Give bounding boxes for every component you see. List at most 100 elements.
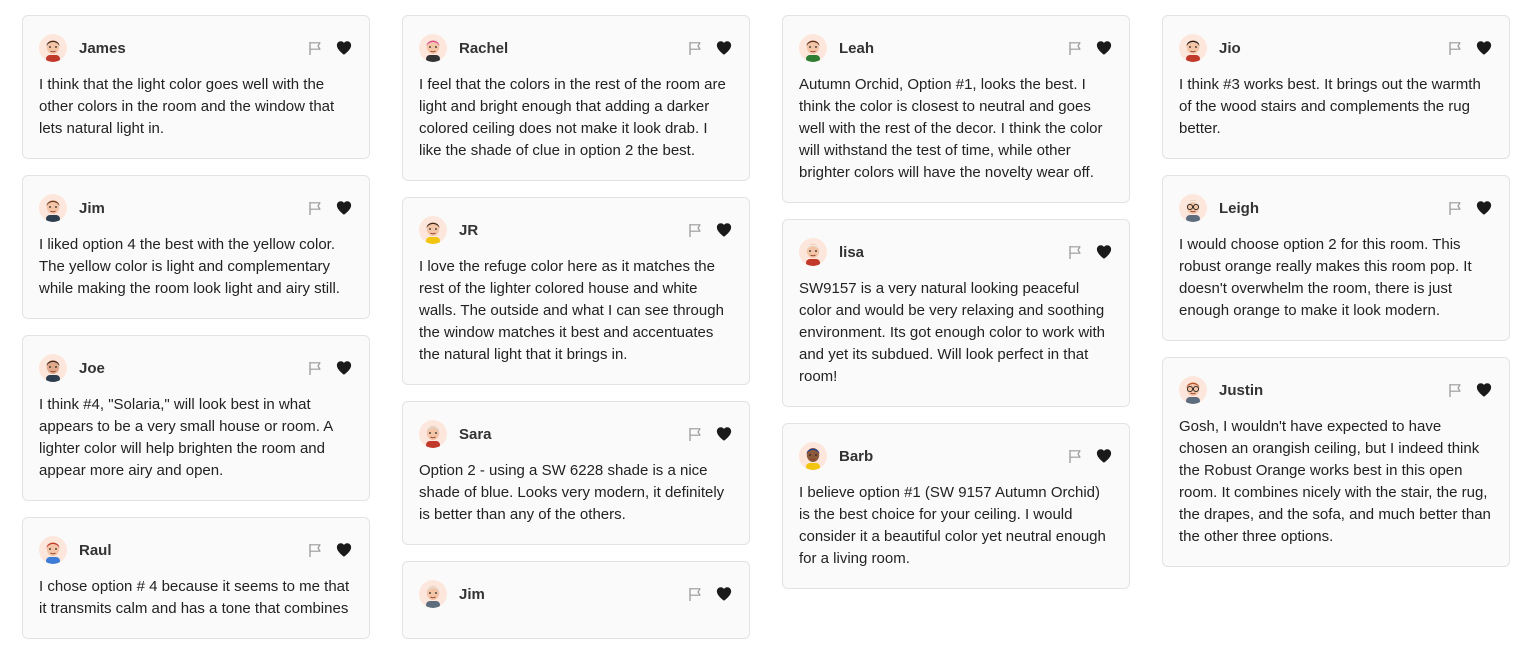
avatar-icon bbox=[1179, 194, 1207, 222]
commenter-name: Jio bbox=[1219, 39, 1241, 57]
heart-icon[interactable] bbox=[1095, 447, 1113, 465]
comment-text: I would choose option 2 for this room. T… bbox=[1179, 236, 1472, 319]
comment-board: James I think that the light color goes w… bbox=[0, 0, 1536, 639]
comment-card: Rachel I feel that the colors in the rest… bbox=[402, 15, 750, 181]
heart-icon[interactable] bbox=[335, 199, 353, 217]
commenter-name: Barb bbox=[839, 447, 874, 465]
avatar-icon bbox=[799, 442, 827, 470]
comment-card: James I think that the light color goes w… bbox=[22, 15, 370, 159]
comment-text: Gosh, I wouldn't have expected to have c… bbox=[1179, 418, 1491, 545]
comment-header: Leigh bbox=[1179, 192, 1493, 224]
heart-icon[interactable] bbox=[715, 425, 733, 443]
flag-icon[interactable] bbox=[1447, 200, 1463, 216]
commenter-name: Jim bbox=[459, 585, 485, 603]
comment-header: Jim bbox=[39, 192, 353, 224]
comment-header: Leah bbox=[799, 32, 1113, 64]
comment-column: Jio I think #3 works best. It brings out … bbox=[1162, 15, 1510, 583]
comment-text: SW9157 is a very natural looking peacefu… bbox=[799, 280, 1105, 385]
comment-card: lisa SW9157 is a very natural looking pea… bbox=[782, 219, 1130, 407]
comment-card: Jim I liked option 4 the best with the ye… bbox=[22, 175, 370, 319]
flag-icon[interactable] bbox=[307, 40, 323, 56]
commenter-name: Rachel bbox=[459, 39, 509, 57]
heart-icon[interactable] bbox=[335, 39, 353, 57]
commenter-name: James bbox=[79, 39, 126, 57]
heart-icon[interactable] bbox=[1475, 199, 1493, 217]
comment-header: Justin bbox=[1179, 374, 1493, 406]
flag-icon[interactable] bbox=[687, 586, 703, 602]
comment-header: Barb bbox=[799, 440, 1113, 472]
heart-icon[interactable] bbox=[335, 541, 353, 559]
heart-icon[interactable] bbox=[715, 585, 733, 603]
heart-icon[interactable] bbox=[1095, 243, 1113, 261]
comment-header: lisa bbox=[799, 236, 1113, 268]
commenter-name: Leigh bbox=[1219, 199, 1259, 217]
comment-text: I feel that the colors in the rest of th… bbox=[419, 76, 726, 159]
commenter-name: Justin bbox=[1219, 381, 1264, 399]
avatar-icon bbox=[39, 34, 67, 62]
comment-text: I think #3 works best. It brings out the… bbox=[1179, 76, 1481, 137]
commenter-name: Raul bbox=[79, 541, 112, 559]
heart-icon[interactable] bbox=[715, 39, 733, 57]
comment-card: Jio I think #3 works best. It brings out … bbox=[1162, 15, 1510, 159]
comment-text: I believe option #1 (SW 9157 Autumn Orch… bbox=[799, 484, 1106, 567]
flag-icon[interactable] bbox=[307, 542, 323, 558]
commenter-name: lisa bbox=[839, 243, 865, 261]
heart-icon[interactable] bbox=[1095, 39, 1113, 57]
avatar-icon bbox=[1179, 34, 1207, 62]
comment-header: JR bbox=[419, 214, 733, 246]
comment-card: Jim bbox=[402, 561, 750, 639]
avatar-icon bbox=[39, 194, 67, 222]
comment-header: Rachel bbox=[419, 32, 733, 64]
comment-card: Barb I believe option #1 (SW 9157 Autumn … bbox=[782, 423, 1130, 589]
comment-card: Joe I think #4, "Solaria," will look best… bbox=[22, 335, 370, 501]
comment-text: I love the refuge color here as it match… bbox=[419, 258, 724, 363]
flag-icon[interactable] bbox=[687, 40, 703, 56]
flag-icon[interactable] bbox=[1067, 40, 1083, 56]
comment-card: Leah Autumn Orchid, Option #1, looks the … bbox=[782, 15, 1130, 203]
heart-icon[interactable] bbox=[335, 359, 353, 377]
flag-icon[interactable] bbox=[687, 222, 703, 238]
comment-column: Rachel I feel that the colors in the rest… bbox=[402, 15, 750, 655]
heart-icon[interactable] bbox=[1475, 39, 1493, 57]
comment-card: JR I love the refuge color here as it mat… bbox=[402, 197, 750, 385]
flag-icon[interactable] bbox=[1447, 382, 1463, 398]
flag-icon[interactable] bbox=[307, 360, 323, 376]
comment-column: Leah Autumn Orchid, Option #1, looks the … bbox=[782, 15, 1130, 605]
commenter-name: JR bbox=[459, 221, 479, 239]
comment-header: Sara bbox=[419, 418, 733, 450]
comment-text: I think that the light color goes well w… bbox=[39, 76, 335, 137]
avatar-icon bbox=[39, 354, 67, 382]
flag-icon[interactable] bbox=[307, 200, 323, 216]
heart-icon[interactable] bbox=[715, 221, 733, 239]
avatar-icon bbox=[39, 536, 67, 564]
flag-icon[interactable] bbox=[1067, 448, 1083, 464]
avatar-icon bbox=[419, 34, 447, 62]
comment-header: Jio bbox=[1179, 32, 1493, 64]
comment-text: I liked option 4 the best with the yello… bbox=[39, 236, 340, 297]
comment-header: Jim bbox=[419, 578, 733, 610]
avatar-icon bbox=[799, 238, 827, 266]
comment-text: Autumn Orchid, Option #1, looks the best… bbox=[799, 76, 1103, 181]
comment-text: I think #4, "Solaria," will look best in… bbox=[39, 396, 333, 479]
comment-card: Justin Gosh, I wouldn't have expected to … bbox=[1162, 357, 1510, 567]
avatar-icon bbox=[419, 216, 447, 244]
heart-icon[interactable] bbox=[1475, 381, 1493, 399]
commenter-name: Leah bbox=[839, 39, 875, 57]
comment-card: Sara Option 2 - using a SW 6228 shade is … bbox=[402, 401, 750, 545]
comment-card: Leigh I would choose option 2 for this ro… bbox=[1162, 175, 1510, 341]
flag-icon[interactable] bbox=[1447, 40, 1463, 56]
commenter-name: Sara bbox=[459, 425, 492, 443]
avatar-icon bbox=[799, 34, 827, 62]
comment-header: James bbox=[39, 32, 353, 64]
comment-header: Joe bbox=[39, 352, 353, 384]
avatar-icon bbox=[419, 420, 447, 448]
flag-icon[interactable] bbox=[687, 426, 703, 442]
flag-icon[interactable] bbox=[1067, 244, 1083, 260]
comment-header: Raul bbox=[39, 534, 353, 566]
comment-card: Raul I chose option # 4 because it seems … bbox=[22, 517, 370, 639]
commenter-name: Jim bbox=[79, 199, 105, 217]
comment-text: I chose option # 4 because it seems to m… bbox=[39, 578, 350, 617]
comment-column: James I think that the light color goes w… bbox=[22, 15, 370, 655]
avatar-icon bbox=[419, 580, 447, 608]
comment-text: Option 2 - using a SW 6228 shade is a ni… bbox=[419, 462, 725, 523]
